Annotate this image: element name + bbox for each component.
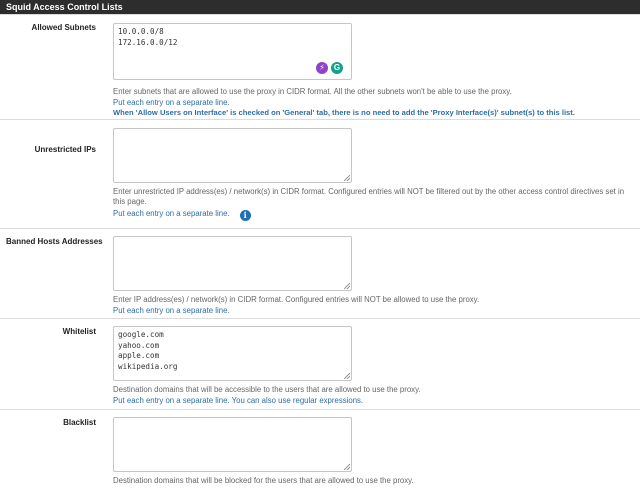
blacklist-textarea[interactable] bbox=[113, 417, 352, 472]
unrestricted-ips-label: Unrestricted IPs bbox=[34, 145, 96, 154]
whitelist-help: Destination domains that will be accessi… bbox=[113, 385, 421, 394]
allowed-subnets-label: Allowed Subnets bbox=[31, 23, 96, 32]
blacklist-help: Destination domains that will be blocked… bbox=[113, 476, 414, 485]
whitelist-textarea[interactable]: google.com yahoo.com apple.com wikipedia… bbox=[113, 326, 352, 381]
banned-hosts-help: Enter IP address(es) / network(s) in CID… bbox=[113, 295, 480, 304]
unrestricted-ips-note-text: Put each entry on a separate line. bbox=[113, 209, 230, 218]
section-title: Squid Access Control Lists bbox=[0, 0, 640, 14]
whitelist-label: Whitelist bbox=[62, 327, 96, 336]
banned-hosts-label: Banned Hosts Addresses bbox=[6, 237, 103, 246]
banned-hosts-note: Put each entry on a separate line. bbox=[113, 306, 230, 315]
unrestricted-ips-help: Enter unrestricted IP address(es) / netw… bbox=[113, 187, 625, 206]
whitelist-row: Whitelist google.com yahoo.com apple.com… bbox=[0, 318, 640, 409]
unrestricted-ips-textarea[interactable] bbox=[113, 128, 352, 183]
blacklist-label: Blacklist bbox=[63, 418, 96, 427]
allowed-subnets-warning: When 'Allow Users on Interface' is check… bbox=[113, 108, 575, 117]
allowed-subnets-help: Enter subnets that are allowed to use th… bbox=[113, 87, 512, 96]
whitelist-note: Put each entry on a separate line. You c… bbox=[113, 396, 364, 405]
unrestricted-ips-row: Unrestricted IPs Enter unrestricted IP a… bbox=[0, 119, 640, 228]
banned-hosts-textarea[interactable] bbox=[113, 236, 352, 291]
unrestricted-ips-note: Put each entry on a separate line. i bbox=[113, 209, 251, 221]
info-icon[interactable]: i bbox=[239, 210, 251, 221]
banned-hosts-row: Banned Hosts Addresses Enter IP address(… bbox=[0, 228, 640, 318]
allowed-subnets-row: Allowed Subnets 10.0.0.0/8 172.16.0.0/12… bbox=[0, 14, 640, 119]
allowed-subnets-note: Put each entry on a separate line. bbox=[113, 98, 230, 107]
blacklist-row: Blacklist Destination domains that will … bbox=[0, 409, 640, 488]
grammarly-icon[interactable]: G bbox=[331, 62, 343, 74]
lightning-icon[interactable]: ⚡ bbox=[316, 62, 328, 74]
